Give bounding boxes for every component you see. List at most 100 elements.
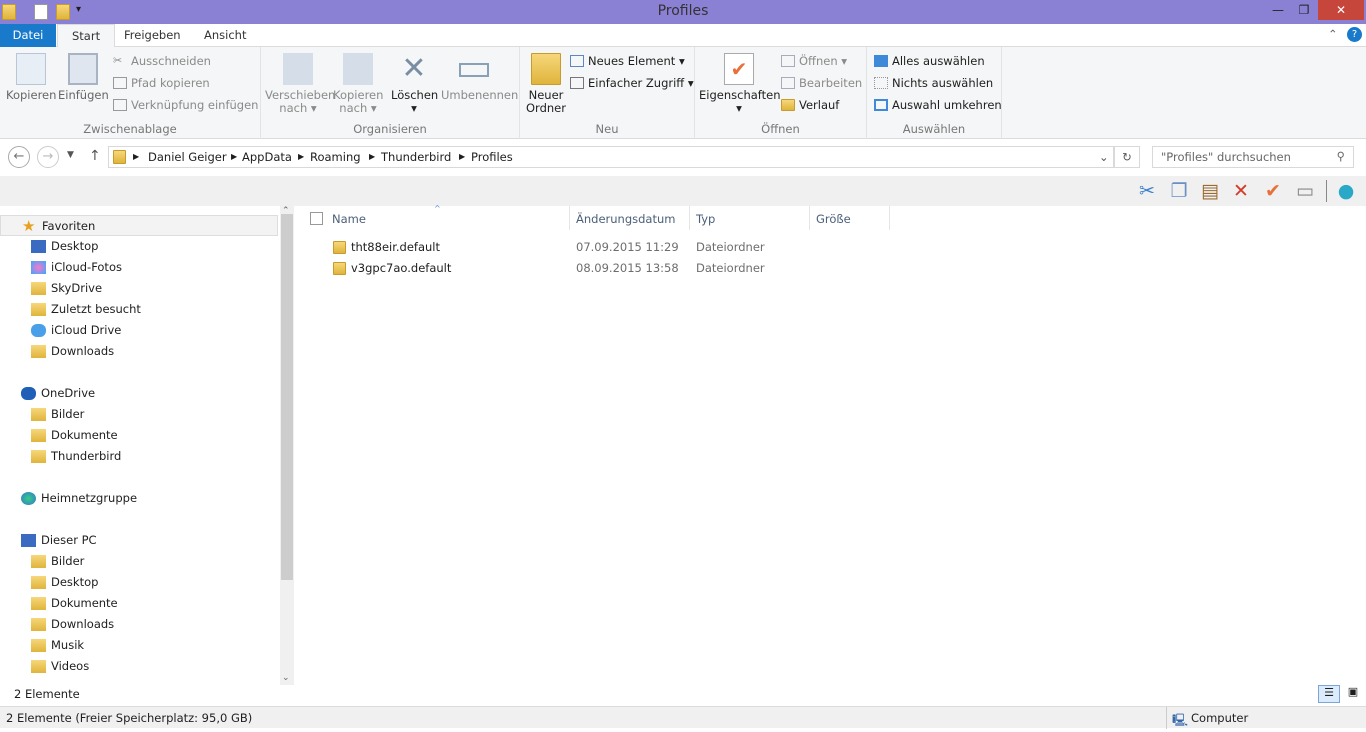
nav-item[interactable]: Downloads bbox=[31, 614, 114, 635]
nav-item[interactable]: Dokumente bbox=[31, 425, 118, 446]
history-icon bbox=[781, 99, 795, 111]
collapse-ribbon-icon[interactable]: ⌃ bbox=[1328, 27, 1338, 41]
minimize-button[interactable]: — bbox=[1264, 0, 1292, 20]
file-row[interactable]: v3gpc7ao.default 08.09.2015 13:58 Dateio… bbox=[330, 258, 810, 279]
search-input[interactable]: "Profiles" durchsuchen ⚲ bbox=[1152, 146, 1354, 168]
close-button[interactable]: ✕ bbox=[1318, 0, 1364, 20]
column-header-name[interactable]: Name bbox=[332, 212, 366, 226]
nav-item[interactable]: Desktop bbox=[31, 572, 98, 593]
tab-start[interactable]: Start bbox=[57, 24, 116, 48]
recent-locations-icon[interactable]: ▼ bbox=[67, 150, 74, 160]
copy-to-button[interactable]: Kopieren nach ▾ bbox=[333, 53, 383, 115]
nav-item-label: Downloads bbox=[51, 344, 115, 358]
cut-icon[interactable]: ✂ bbox=[1134, 179, 1160, 203]
edit-button[interactable]: Bearbeiten bbox=[781, 73, 862, 93]
column-header-date[interactable]: Änderungsdatum bbox=[576, 212, 675, 226]
address-bar[interactable]: ▶ Daniel Geiger ▶ AppData ▶ Roaming ▶ Th… bbox=[108, 146, 1114, 168]
help-icon[interactable]: ? bbox=[1347, 27, 1362, 42]
tab-datei[interactable]: Datei bbox=[0, 24, 56, 47]
up-button[interactable]: ↑ bbox=[89, 148, 101, 164]
new-folder-button[interactable]: Neuer Ordner bbox=[524, 53, 568, 115]
tab-ansicht[interactable]: Ansicht bbox=[190, 24, 260, 47]
group-new: Neuer Ordner Neues Element ▾ Einfacher Zu… bbox=[520, 47, 695, 139]
history-button[interactable]: Verlauf bbox=[781, 95, 839, 115]
shell-icon[interactable]: ● bbox=[1333, 179, 1359, 203]
nav-item[interactable]: ★ Favoriten bbox=[0, 215, 278, 236]
downloads-icon bbox=[31, 345, 46, 358]
easy-access-icon bbox=[570, 77, 584, 89]
folder-icon bbox=[31, 555, 46, 568]
select-all-button[interactable]: Alles auswählen bbox=[874, 51, 985, 71]
group-organize: Verschieben nach ▾ Kopieren nach ▾ ✕ Lösche… bbox=[261, 47, 520, 139]
nav-item[interactable]: Bilder bbox=[31, 404, 85, 425]
nav-item[interactable]: Zuletzt besucht bbox=[31, 299, 141, 320]
breadcrumb-item[interactable]: AppData bbox=[242, 150, 292, 164]
folder-icon bbox=[333, 241, 346, 254]
column-header-size[interactable]: Größe bbox=[816, 212, 851, 226]
breadcrumb-item[interactable]: Profiles bbox=[471, 150, 513, 164]
file-row[interactable]: tht88eir.default 07.09.2015 11:29 Dateio… bbox=[330, 237, 810, 258]
nav-item[interactable]: Bilder bbox=[31, 551, 84, 572]
select-none-button[interactable]: Nichts auswählen bbox=[874, 73, 993, 93]
large-icons-view-button[interactable]: ▣ bbox=[1344, 685, 1362, 703]
select-all-checkbox[interactable] bbox=[310, 212, 323, 225]
refresh-button[interactable]: ↻ bbox=[1114, 146, 1140, 168]
easy-access-button[interactable]: Einfacher Zugriff ▾ bbox=[570, 73, 694, 93]
new-item-button[interactable]: Neues Element ▾ bbox=[570, 51, 685, 71]
maximize-button[interactable]: ❐ bbox=[1290, 0, 1318, 20]
nav-item[interactable]: SkyDrive bbox=[31, 278, 103, 299]
nav-item[interactable]: Desktop bbox=[31, 236, 98, 257]
rename-button[interactable]: Umbenennen bbox=[441, 53, 518, 102]
scroll-down-icon[interactable]: ⌄ bbox=[282, 673, 290, 683]
nav-item-label: Favoriten bbox=[42, 219, 96, 233]
nav-item-label: Bilder bbox=[51, 407, 85, 421]
details-view-button[interactable]: ☰ bbox=[1318, 685, 1340, 703]
back-button[interactable]: ← bbox=[8, 146, 30, 168]
delete-button[interactable]: ✕ Löschen ▾ bbox=[391, 53, 438, 115]
photos-icon bbox=[31, 261, 46, 274]
paste-icon[interactable]: ▤ bbox=[1197, 179, 1223, 203]
invert-selection-button[interactable]: Auswahl umkehren bbox=[874, 95, 1002, 115]
open-button[interactable]: Öffnen ▾ bbox=[781, 51, 847, 71]
open-icon bbox=[781, 55, 795, 67]
window-title: Profiles bbox=[657, 3, 709, 19]
nav-item[interactable]: Thunderbird bbox=[31, 446, 121, 467]
group-label: Auswählen bbox=[902, 122, 966, 136]
nav-item[interactable]: Downloads bbox=[31, 341, 115, 362]
nav-item-label: iCloud-Fotos bbox=[51, 260, 122, 274]
checkmark-icon[interactable]: ✔ bbox=[1260, 179, 1286, 203]
breadcrumb-item[interactable]: Thunderbird bbox=[381, 150, 451, 164]
forward-button[interactable]: → bbox=[37, 146, 59, 168]
folder-icon bbox=[31, 618, 46, 631]
nav-item[interactable]: iCloud Drive bbox=[31, 320, 121, 341]
breadcrumb-item[interactable]: Daniel Geiger bbox=[148, 150, 227, 164]
breadcrumb-item[interactable]: Roaming bbox=[310, 150, 361, 164]
scrollbar-thumb[interactable] bbox=[281, 214, 293, 580]
paste-shortcut-button[interactable]: Verknüpfung einfügen bbox=[113, 95, 258, 115]
copy-path-button[interactable]: Pfad kopieren bbox=[113, 73, 210, 93]
nav-item[interactable]: Heimnetzgruppe bbox=[21, 488, 137, 509]
nav-item-label: Musik bbox=[51, 638, 85, 652]
nav-item[interactable]: Dokumente bbox=[31, 593, 118, 614]
column-header-type[interactable]: Typ bbox=[696, 212, 715, 226]
rename-icon[interactable]: ▭ bbox=[1292, 179, 1318, 203]
folder-icon bbox=[31, 660, 46, 673]
nav-item[interactable]: Videos bbox=[31, 656, 89, 677]
nav-scrollbar[interactable]: ⌃ ⌄ bbox=[280, 206, 294, 685]
copy-icon[interactable]: ❐ bbox=[1166, 179, 1192, 203]
nav-item[interactable]: iCloud-Fotos bbox=[31, 257, 122, 278]
chevron-down-icon[interactable]: ⌄ bbox=[1099, 150, 1109, 164]
delete-icon[interactable]: ✕ bbox=[1228, 179, 1254, 203]
nav-item-label: SkyDrive bbox=[51, 281, 103, 295]
paste-button[interactable]: Einfügen bbox=[58, 53, 109, 102]
nav-item[interactable]: Musik bbox=[31, 635, 85, 656]
properties-button[interactable]: ✔ Eigenschaften ▾ bbox=[699, 53, 781, 115]
nav-item[interactable]: OneDrive bbox=[21, 383, 95, 404]
nav-item[interactable]: Dieser PC bbox=[21, 530, 97, 551]
tab-freigeben[interactable]: Freigeben bbox=[110, 24, 195, 47]
cloud-icon bbox=[31, 324, 46, 337]
cut-button[interactable]: ✂ Ausschneiden bbox=[113, 51, 211, 71]
chevron-right-icon: ▶ bbox=[298, 152, 305, 161]
move-to-button[interactable]: Verschieben nach ▾ bbox=[265, 53, 335, 115]
copy-button[interactable]: Kopieren bbox=[6, 53, 56, 102]
